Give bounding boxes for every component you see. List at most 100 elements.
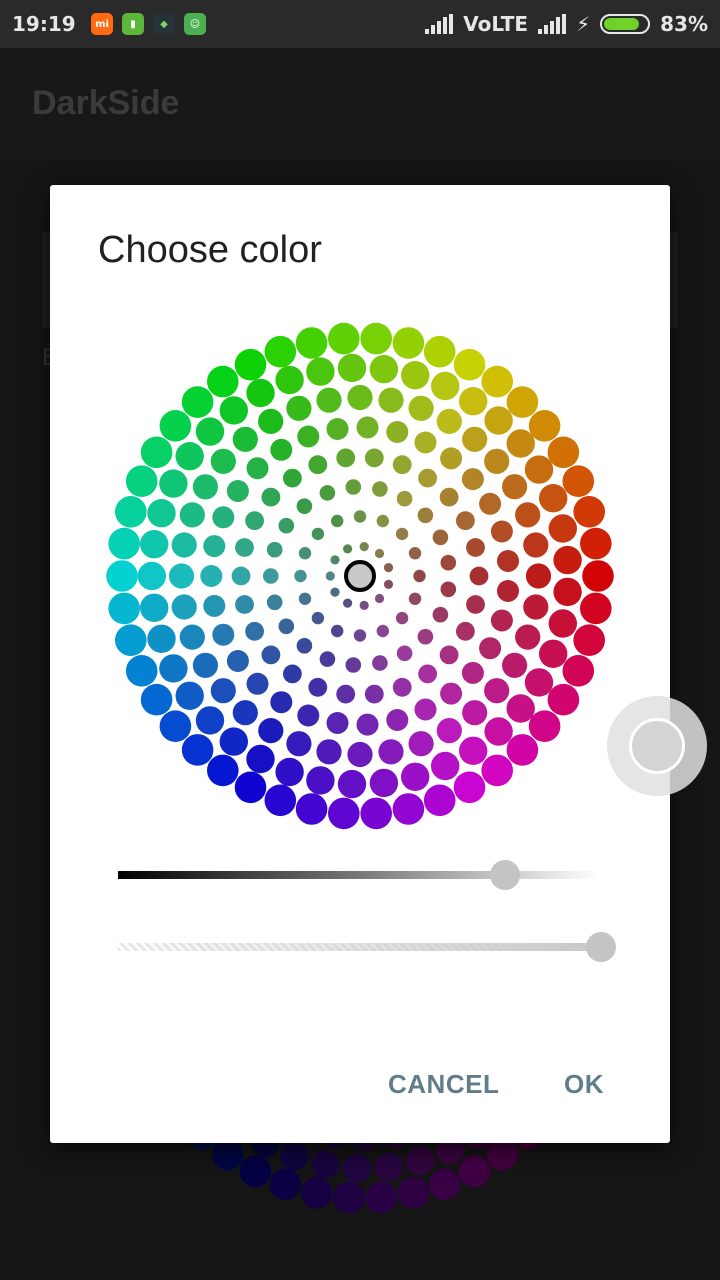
color-swatch-dot[interactable]: [353, 510, 367, 523]
color-swatch-dot[interactable]: [395, 527, 409, 541]
color-swatch-dot[interactable]: [219, 727, 248, 756]
color-swatch-dot[interactable]: [330, 555, 340, 565]
color-swatch-dot[interactable]: [108, 592, 140, 625]
color-swatch-dot[interactable]: [479, 492, 502, 515]
color-swatch-dot[interactable]: [264, 335, 297, 368]
color-swatch-dot[interactable]: [210, 448, 236, 474]
color-swatch-dot[interactable]: [418, 664, 437, 684]
color-swatch-dot[interactable]: [245, 621, 264, 641]
color-swatch-dot[interactable]: [408, 547, 422, 560]
color-swatch-dot[interactable]: [207, 365, 239, 398]
color-swatch-dot[interactable]: [502, 474, 528, 500]
color-swatch-dot[interactable]: [297, 704, 320, 727]
color-swatch-dot[interactable]: [343, 544, 353, 554]
color-swatch-dot[interactable]: [360, 322, 393, 355]
color-swatch-dot[interactable]: [396, 490, 413, 507]
color-swatch-dot[interactable]: [316, 387, 342, 413]
color-swatch-dot[interactable]: [296, 498, 313, 514]
color-swatch-dot[interactable]: [436, 718, 462, 744]
color-swatch-dot[interactable]: [147, 624, 176, 653]
color-swatch-dot[interactable]: [374, 548, 385, 559]
color-swatch-dot[interactable]: [440, 554, 457, 571]
color-swatch-dot[interactable]: [359, 600, 369, 610]
color-swatch-dot[interactable]: [330, 587, 340, 597]
color-swatch-dot[interactable]: [179, 502, 205, 528]
color-swatch-dot[interactable]: [179, 624, 205, 650]
color-swatch-dot[interactable]: [270, 691, 293, 714]
color-swatch-dot[interactable]: [328, 322, 360, 355]
color-swatch-dot[interactable]: [275, 757, 304, 787]
color-swatch-dot[interactable]: [311, 527, 325, 541]
color-swatch-dot[interactable]: [181, 734, 214, 766]
color-swatch-dot[interactable]: [261, 487, 281, 507]
color-swatch-dot[interactable]: [456, 621, 475, 641]
color-swatch-dot[interactable]: [481, 365, 513, 398]
color-swatch-dot[interactable]: [295, 793, 328, 825]
color-swatch-dot[interactable]: [502, 652, 528, 678]
color-swatch-dot[interactable]: [369, 354, 399, 384]
color-swatch-dot[interactable]: [336, 448, 356, 468]
color-swatch-dot[interactable]: [580, 592, 612, 625]
color-swatch-dot[interactable]: [440, 682, 463, 705]
color-swatch-dot[interactable]: [364, 448, 384, 468]
alpha-slider-thumb[interactable]: [586, 932, 616, 962]
color-swatch-dot[interactable]: [515, 502, 541, 528]
color-swatch-dot[interactable]: [372, 481, 388, 497]
color-swatch-dot[interactable]: [553, 577, 582, 607]
color-swatch-dot[interactable]: [319, 485, 336, 501]
color-swatch-dot[interactable]: [325, 571, 335, 581]
color-swatch-dot[interactable]: [336, 684, 356, 704]
lightness-slider-thumb[interactable]: [490, 860, 520, 890]
color-swatch-dot[interactable]: [376, 514, 389, 528]
color-swatch-dot[interactable]: [115, 496, 147, 528]
color-swatch-dot[interactable]: [125, 465, 158, 498]
color-swatch-dot[interactable]: [295, 327, 328, 359]
color-swatch-dot[interactable]: [378, 739, 404, 765]
color-swatch-dot[interactable]: [439, 487, 459, 507]
color-swatch-dot[interactable]: [356, 713, 379, 736]
selected-color-marker[interactable]: [344, 560, 376, 592]
color-swatch-dot[interactable]: [235, 595, 254, 614]
color-swatch-dot[interactable]: [137, 561, 166, 591]
color-swatch-dot[interactable]: [337, 769, 367, 799]
color-swatch-dot[interactable]: [278, 618, 295, 635]
color-swatch-dot[interactable]: [226, 480, 249, 502]
color-swatch-dot[interactable]: [481, 754, 513, 787]
color-swatch-dot[interactable]: [479, 637, 502, 660]
color-swatch-dot[interactable]: [308, 455, 328, 475]
color-swatch-dot[interactable]: [432, 606, 449, 623]
color-swatch-dot[interactable]: [108, 527, 140, 560]
color-swatch-dot[interactable]: [414, 431, 437, 454]
color-swatch-dot[interactable]: [212, 623, 235, 646]
ok-button[interactable]: OK: [564, 1069, 604, 1100]
color-swatch-dot[interactable]: [383, 579, 394, 589]
color-swatch-dot[interactable]: [374, 593, 385, 604]
color-swatch-dot[interactable]: [359, 542, 369, 552]
color-swatch-dot[interactable]: [219, 396, 248, 425]
color-swatch-dot[interactable]: [440, 581, 457, 598]
color-swatch-dot[interactable]: [245, 511, 264, 531]
color-swatch-dot[interactable]: [266, 541, 283, 558]
color-swatch-dot[interactable]: [195, 706, 225, 735]
color-swatch-dot[interactable]: [286, 731, 312, 757]
color-swatch-dot[interactable]: [456, 511, 475, 531]
color-swatch-dot[interactable]: [408, 592, 422, 605]
color-swatch-dot[interactable]: [418, 468, 437, 488]
color-swatch-dot[interactable]: [140, 593, 169, 622]
color-swatch-dot[interactable]: [432, 529, 449, 546]
color-swatch-dot[interactable]: [207, 754, 239, 787]
color-swatch-dot[interactable]: [181, 386, 214, 418]
color-swatch-dot[interactable]: [580, 527, 612, 560]
color-swatch-dot[interactable]: [345, 657, 362, 673]
color-swatch-dot[interactable]: [231, 566, 251, 586]
color-swatch-dot[interactable]: [171, 532, 197, 558]
color-swatch-dot[interactable]: [159, 469, 188, 498]
color-swatch-dot[interactable]: [573, 496, 605, 528]
color-swatch-dot[interactable]: [413, 569, 426, 583]
color-swatch-dot[interactable]: [226, 650, 249, 672]
color-swatch-dot[interactable]: [431, 751, 460, 781]
color-swatch-dot[interactable]: [462, 426, 488, 452]
color-swatch-dot[interactable]: [436, 408, 462, 434]
color-swatch-dot[interactable]: [286, 395, 312, 421]
color-swatch-dot[interactable]: [296, 638, 313, 654]
